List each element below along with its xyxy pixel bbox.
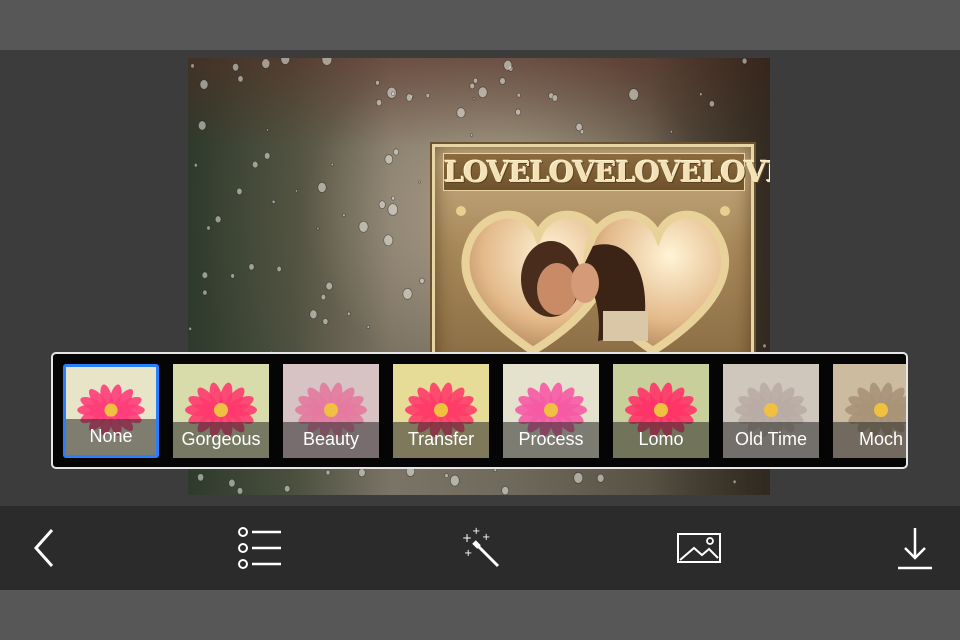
filter-strip[interactable]: None Gorgeous Beauty Transfer Process Lomo Old… (51, 352, 908, 469)
filter-label: Beauty (302, 429, 360, 449)
effects-button[interactable]: + + + + (452, 522, 508, 574)
svg-text:+: + (462, 531, 472, 545)
chevron-left-icon (33, 529, 54, 567)
download-button[interactable] (888, 522, 944, 574)
filter-process[interactable]: Process (503, 364, 599, 458)
svg-text:+: + (472, 526, 480, 537)
heart-frames (456, 206, 730, 356)
top-bar (0, 0, 960, 50)
filter-beauty[interactable]: Beauty (283, 364, 379, 458)
svg-text:+: + (482, 532, 490, 543)
filter-label: None (89, 426, 133, 446)
filter-label: Old Time (734, 429, 808, 449)
footer-bar (0, 590, 960, 640)
filter-gorgeous[interactable]: Gorgeous (173, 364, 269, 458)
frame-title: LOVELOVELOVELOVE (443, 153, 770, 191)
magic-wand-icon: + + + + (462, 526, 500, 568)
list-icon (238, 527, 281, 569)
filter-lomo[interactable]: Lomo (613, 364, 709, 458)
filter-none[interactable]: None (63, 364, 159, 458)
love-frame: LOVELOVELOVELOVE (432, 144, 770, 370)
filter-label: Process (518, 429, 584, 449)
gallery-button[interactable] (672, 522, 728, 574)
filter-label: Gorgeous (181, 429, 261, 449)
filter-label: Transfer (407, 429, 475, 449)
back-button[interactable] (16, 522, 72, 574)
image-icon (677, 533, 721, 563)
download-icon (898, 528, 932, 570)
filter-label: Moch (858, 429, 903, 449)
filter-transfer[interactable]: Transfer (393, 364, 489, 458)
filter-label: Lomo (638, 429, 684, 449)
list-button[interactable] (232, 522, 288, 574)
filter-old-time[interactable]: Old Time (723, 364, 819, 458)
svg-text:+: + (464, 548, 472, 559)
filter-moch[interactable]: Moch (833, 364, 906, 458)
